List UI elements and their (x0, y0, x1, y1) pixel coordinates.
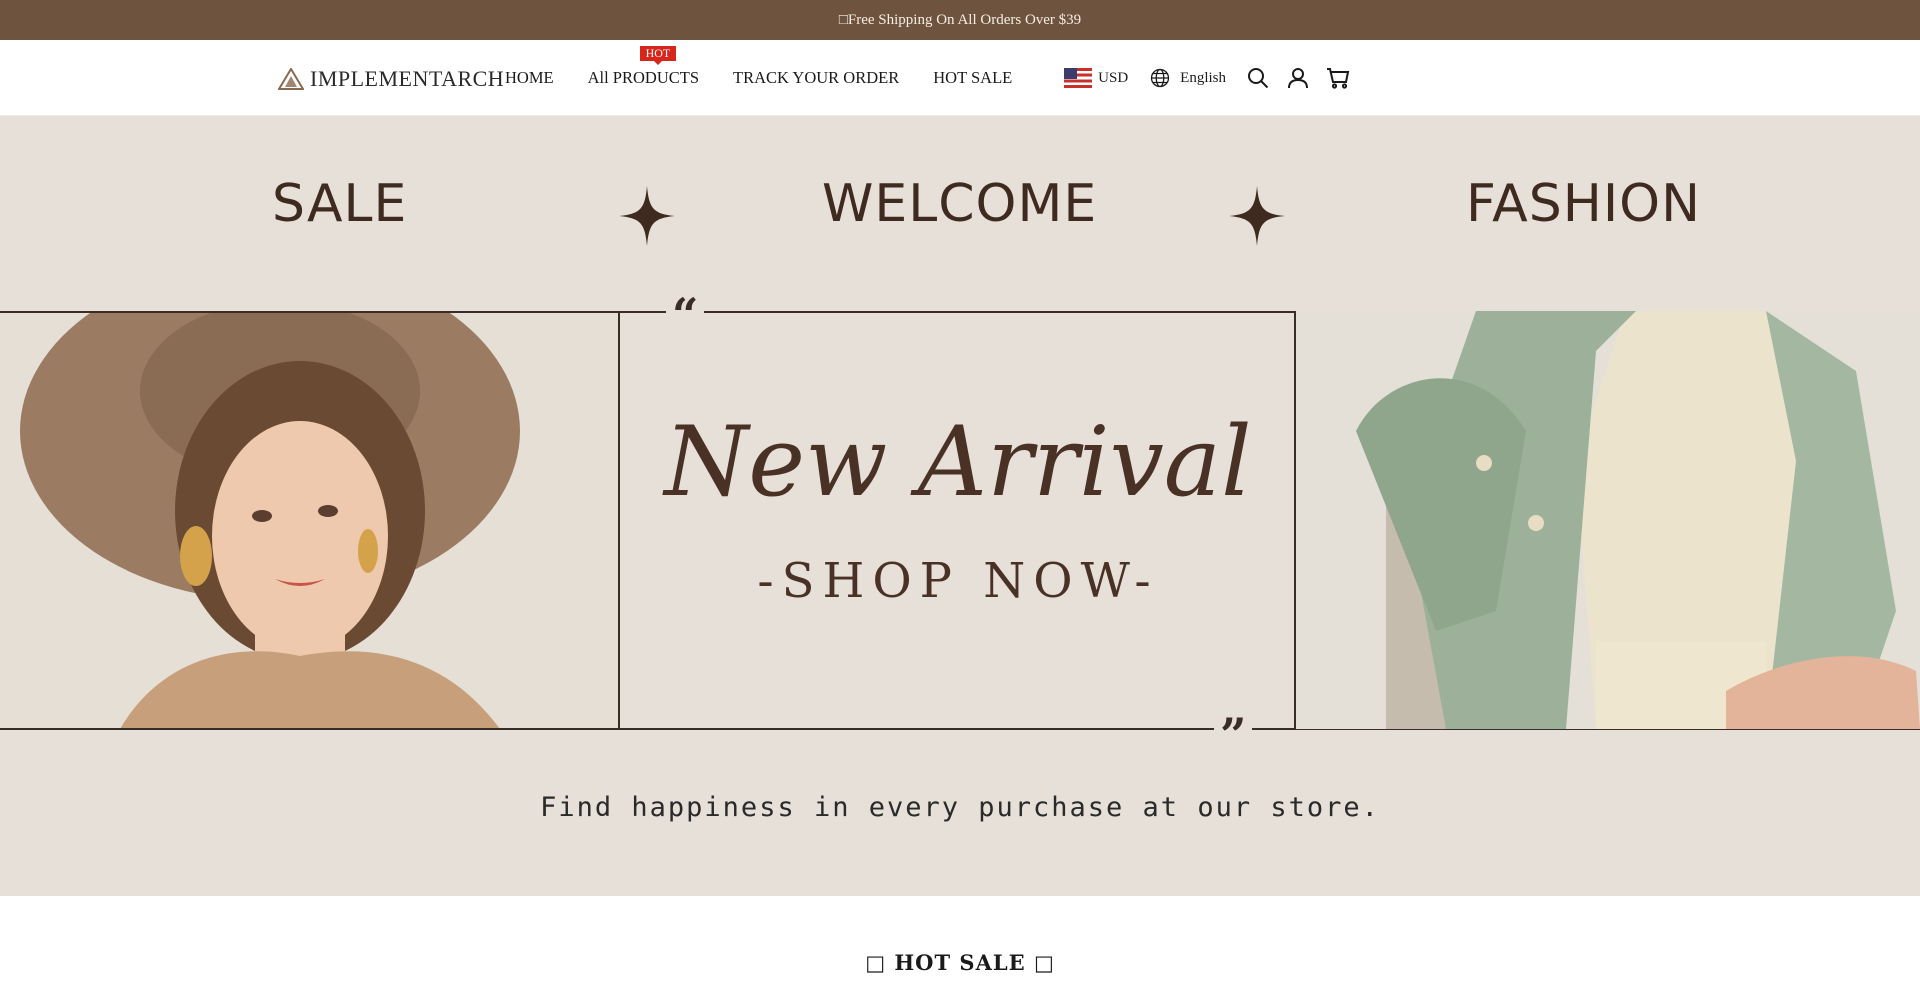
cart-button[interactable] (1324, 64, 1352, 92)
language-selector[interactable]: English (1150, 68, 1226, 88)
account-button[interactable] (1284, 64, 1312, 92)
nav-all-products-label: All PRODUCTS (587, 68, 699, 87)
hero-word-sale: SALE (272, 174, 408, 234)
nav-track-order[interactable]: TRACK YOUR ORDER (733, 68, 899, 88)
cart-icon (1327, 68, 1350, 89)
hero-banner[interactable]: SALE WELCOME FASHION “ ” New Arrival -SH… (0, 116, 1920, 896)
open-quote-mark: “ (666, 292, 705, 338)
nav-hot-sale[interactable]: HOT SALE (933, 68, 1012, 88)
search-icon (1248, 68, 1269, 89)
language-label: English (1180, 69, 1226, 86)
currency-label: USD (1098, 69, 1129, 86)
sparkle-star-icon (1229, 186, 1285, 246)
model-hat-photo (0, 311, 618, 729)
hero-word-welcome: WELCOME (822, 174, 1098, 234)
new-arrival-headline: New Arrival (664, 406, 1252, 518)
site-header: IMPLEMENTARCH HOME HOT All PRODUCTS TRAC… (0, 40, 1920, 116)
hot-sale-section-title: □ HOT SALE □ (865, 950, 1055, 975)
nav-home[interactable]: HOME (505, 68, 554, 88)
account-icon (1288, 68, 1308, 89)
logo-text: IMPLEMENTARCH (310, 66, 505, 91)
model-blazer-photo (1296, 311, 1920, 729)
search-button[interactable] (1244, 64, 1272, 92)
hero-tagline: Find happiness in every purchase at our … (540, 792, 1380, 823)
hot-badge: HOT (639, 46, 677, 65)
shop-now-button[interactable]: -SHOP NOW- (620, 553, 1296, 609)
frame-left-line (618, 311, 620, 730)
announcement-text: □Free Shipping On All Orders Over $39 (838, 11, 1082, 28)
main-nav: HOME HOT All PRODUCTS TRACK YOUR ORDER H… (505, 40, 1012, 116)
hero-word-fashion: FASHION (1466, 174, 1701, 234)
us-flag-icon (1064, 68, 1093, 88)
close-quote-mark: ” (1214, 712, 1253, 758)
nav-all-products[interactable]: HOT All PRODUCTS (587, 46, 699, 88)
sparkle-star-icon (619, 186, 675, 246)
globe-icon (1151, 68, 1170, 88)
header-tools: USD English (1064, 40, 1352, 116)
currency-selector[interactable]: USD (1064, 68, 1128, 88)
announcement-bar: □Free Shipping On All Orders Over $39 (0, 0, 1920, 40)
logo-mark-icon (278, 68, 304, 90)
logo[interactable]: IMPLEMENTARCH (278, 62, 504, 96)
